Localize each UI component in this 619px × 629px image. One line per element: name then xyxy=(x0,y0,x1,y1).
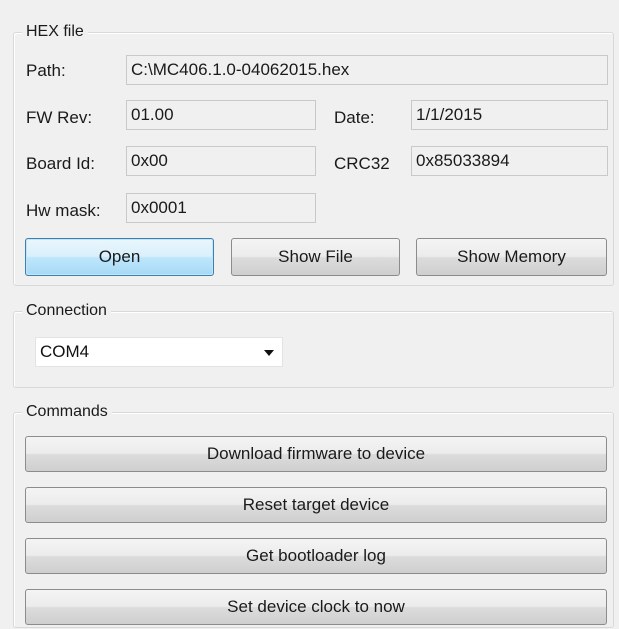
get-bootloader-log-button[interactable]: Get bootloader log xyxy=(25,538,607,574)
hex-file-group-title: HEX file xyxy=(22,22,88,42)
chevron-down-icon[interactable] xyxy=(264,350,274,356)
bootloader-panel: HEX file Path: C:\MC406.1.0-04062015.hex… xyxy=(0,0,619,629)
crc32-label: CRC32 xyxy=(334,154,390,173)
set-device-clock-button[interactable]: Set device clock to now xyxy=(25,589,607,625)
show-file-button[interactable]: Show File xyxy=(231,238,400,276)
reset-target-button[interactable]: Reset target device xyxy=(25,487,607,523)
open-button[interactable]: Open xyxy=(25,238,214,276)
path-label: Path: xyxy=(26,61,66,80)
hw-mask-label: Hw mask: xyxy=(26,201,101,220)
date-label: Date: xyxy=(334,108,375,127)
show-memory-button[interactable]: Show Memory xyxy=(416,238,607,276)
board-id-field[interactable]: 0x00 xyxy=(126,146,316,176)
fw-rev-label: FW Rev: xyxy=(26,108,93,127)
date-field[interactable]: 1/1/2015 xyxy=(411,100,608,130)
fw-rev-field[interactable]: 01.00 xyxy=(126,100,316,130)
commands-group-title: Commands xyxy=(22,402,112,422)
com-port-value: COM4 xyxy=(40,342,90,361)
download-firmware-button[interactable]: Download firmware to device xyxy=(25,436,607,472)
path-field[interactable]: C:\MC406.1.0-04062015.hex xyxy=(126,55,608,85)
com-port-dropdown[interactable]: COM4 xyxy=(35,337,283,367)
connection-group-title: Connection xyxy=(22,301,111,321)
hw-mask-field[interactable]: 0x0001 xyxy=(126,193,316,223)
crc32-field[interactable]: 0x85033894 xyxy=(411,146,608,176)
board-id-label: Board Id: xyxy=(26,154,95,173)
